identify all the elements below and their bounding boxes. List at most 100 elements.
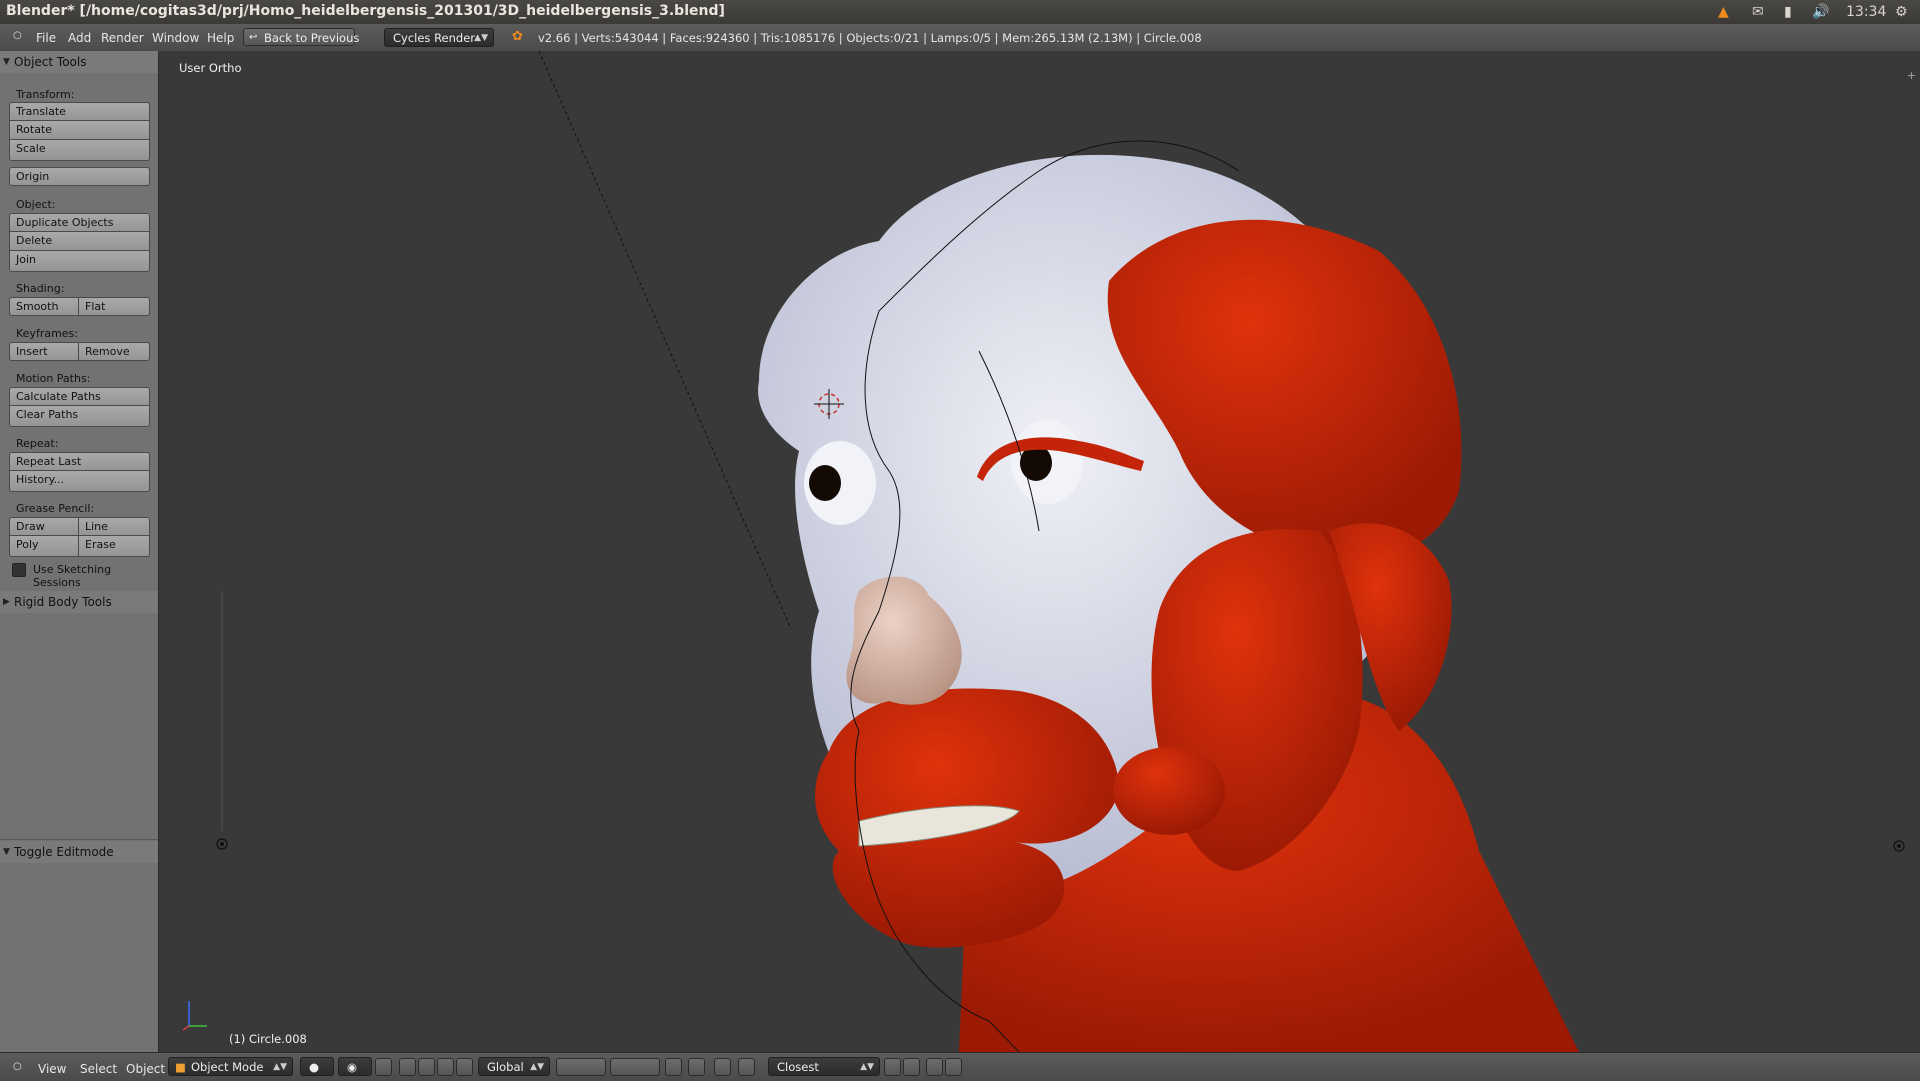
rotate-button[interactable]: Rotate xyxy=(9,121,150,140)
panel-title: Object Tools xyxy=(14,55,87,69)
menu-render[interactable]: Render xyxy=(101,31,144,45)
repeat-label: Repeat: xyxy=(16,437,59,450)
pivot-point-dropdown[interactable]: ◉ xyxy=(338,1057,372,1076)
snap-toggle-icon[interactable] xyxy=(714,1058,731,1076)
dropdown-arrow-icon: ▲▼ xyxy=(860,1062,874,1072)
vlc-icon[interactable]: ▲ xyxy=(1718,3,1729,21)
origin-button[interactable]: Origin xyxy=(9,167,150,186)
opengl-animation-icon[interactable] xyxy=(945,1058,962,1076)
flat-button[interactable]: Flat xyxy=(79,297,150,316)
use-sketching-label: Use Sketching Sessions xyxy=(33,563,112,589)
dropdown-arrow-icon: ▲▼ xyxy=(530,1062,544,1072)
blender-logo-icon: ✿ xyxy=(512,29,523,44)
solid-shading-icon: ● xyxy=(309,1060,320,1074)
collapse-triangle-icon: ▼ xyxy=(3,847,10,857)
head-model-render xyxy=(182,51,1905,1052)
panel-toggle-editmode-header[interactable]: ▼ Toggle Editmode xyxy=(0,841,158,863)
active-object-label: (1) Circle.008 xyxy=(229,1032,307,1046)
object-mode-icon: ■ xyxy=(175,1060,186,1074)
join-button[interactable]: Join xyxy=(9,251,150,272)
line-button[interactable]: Line xyxy=(79,517,150,536)
grease-pencil-label: Grease Pencil: xyxy=(16,502,95,515)
tool-shelf: ▼ Object Tools Transform: Translate Rota… xyxy=(0,51,159,1052)
repeat-last-button[interactable]: Repeat Last xyxy=(9,452,150,471)
project-individual-icon[interactable] xyxy=(903,1058,920,1076)
layers-toggle-icon[interactable] xyxy=(375,1058,392,1076)
menu-view[interactable]: View xyxy=(38,1062,66,1076)
pupil-right xyxy=(809,465,841,501)
menu-file[interactable]: File xyxy=(36,31,56,45)
draw-button[interactable]: Draw xyxy=(9,517,79,536)
snap-element-icon[interactable] xyxy=(738,1058,755,1076)
align-rotation-icon[interactable] xyxy=(884,1058,901,1076)
erase-button[interactable]: Erase xyxy=(79,536,150,557)
panel-object-tools-header[interactable]: ▼ Object Tools xyxy=(0,51,158,73)
menu-add[interactable]: Add xyxy=(68,31,91,45)
menu-select[interactable]: Select xyxy=(80,1062,117,1076)
opengl-render-icon[interactable] xyxy=(926,1058,943,1076)
lamp-icon[interactable] xyxy=(1893,840,1905,852)
editor-type-icon[interactable]: ○ xyxy=(13,1061,22,1072)
mail-icon[interactable]: ✉ xyxy=(1752,3,1764,21)
back-button-label: Back to Previous xyxy=(264,31,360,45)
snap-target-dropdown[interactable]: Closest ▲▼ xyxy=(768,1057,880,1076)
back-to-previous-button[interactable]: ↩ Back to Previous xyxy=(243,28,359,46)
system-gear-icon[interactable]: ⚙ xyxy=(1895,3,1908,21)
insert-keyframe-button[interactable]: Insert xyxy=(9,342,79,361)
pivot-icon: ◉ xyxy=(347,1060,358,1074)
panel-title: Toggle Editmode xyxy=(14,845,114,859)
shading-label: Shading: xyxy=(16,282,65,295)
panel-title: Rigid Body Tools xyxy=(14,595,112,609)
delete-button[interactable]: Delete xyxy=(9,232,150,251)
duplicate-objects-button[interactable]: Duplicate Objects xyxy=(9,213,150,232)
scale-button[interactable]: Scale xyxy=(9,140,150,161)
menu-window[interactable]: Window xyxy=(152,31,199,45)
clear-paths-button[interactable]: Clear Paths xyxy=(9,406,150,427)
orientation-label: Global xyxy=(487,1060,524,1074)
editor-type-icon[interactable]: ○ xyxy=(13,30,22,41)
render-engine-label: Cycles Render xyxy=(393,31,476,45)
lamp-icon[interactable] xyxy=(216,591,228,850)
axis-gizmo-icon xyxy=(182,1001,207,1031)
proportional-edit-icon[interactable] xyxy=(688,1058,705,1076)
layer-buttons-a[interactable] xyxy=(556,1058,606,1076)
calculate-paths-button[interactable]: Calculate Paths xyxy=(9,387,150,406)
volume-icon[interactable]: 🔊 xyxy=(1812,3,1829,21)
layer-buttons-b[interactable] xyxy=(610,1058,660,1076)
translate-manipulator-icon[interactable] xyxy=(418,1058,435,1076)
back-icon: ↩ xyxy=(249,32,258,43)
3d-viewport[interactable]: User Ortho (1) Circle.008 + xyxy=(159,51,1920,1052)
dropdown-arrow-icon: ▲▼ xyxy=(474,33,488,43)
network-icon[interactable]: ▮ xyxy=(1784,3,1792,21)
scene-stats: v2.66 | Verts:543044 | Faces:924360 | Tr… xyxy=(538,31,1202,45)
object-label: Object: xyxy=(16,198,56,211)
panel-rigid-body-header[interactable]: ▶ Rigid Body Tools xyxy=(0,591,158,613)
collapse-triangle-icon: ▼ xyxy=(3,57,10,67)
viewport-shading-dropdown[interactable]: ● xyxy=(300,1057,334,1076)
menu-help[interactable]: Help xyxy=(207,31,234,45)
remove-keyframe-button[interactable]: Remove xyxy=(79,342,150,361)
poly-button[interactable]: Poly xyxy=(9,536,79,557)
menu-object[interactable]: Object xyxy=(126,1062,165,1076)
viewport-header: ○ View Select Object ■ Object Mode ▲▼ ● … xyxy=(0,1052,1920,1081)
scale-manipulator-icon[interactable] xyxy=(456,1058,473,1076)
render-engine-dropdown[interactable]: Cycles Render ▲▼ xyxy=(384,28,494,47)
properties-toggle-icon[interactable]: + xyxy=(1907,69,1916,82)
keyframes-label: Keyframes: xyxy=(16,327,78,340)
manipulator-toggle-icon[interactable] xyxy=(399,1058,416,1076)
smooth-button[interactable]: Smooth xyxy=(9,297,79,316)
clock[interactable]: 13:34 xyxy=(1846,3,1886,21)
history-button[interactable]: History... xyxy=(9,471,150,492)
dropdown-arrow-icon: ▲▼ xyxy=(273,1062,287,1072)
use-sketching-checkbox[interactable] xyxy=(12,563,26,577)
lock-layers-icon[interactable] xyxy=(665,1058,682,1076)
expand-triangle-icon: ▶ xyxy=(3,597,10,607)
mode-label: Object Mode xyxy=(191,1060,264,1074)
orientation-dropdown[interactable]: Global ▲▼ xyxy=(478,1057,550,1076)
translate-button[interactable]: Translate xyxy=(9,102,150,121)
info-header: ○ File Add Render Window Help ↩ Back to … xyxy=(0,24,1920,52)
snap-target-label: Closest xyxy=(777,1060,819,1074)
relationship-line xyxy=(538,51,792,630)
mode-dropdown[interactable]: ■ Object Mode ▲▼ xyxy=(168,1057,293,1076)
rotate-manipulator-icon[interactable] xyxy=(437,1058,454,1076)
